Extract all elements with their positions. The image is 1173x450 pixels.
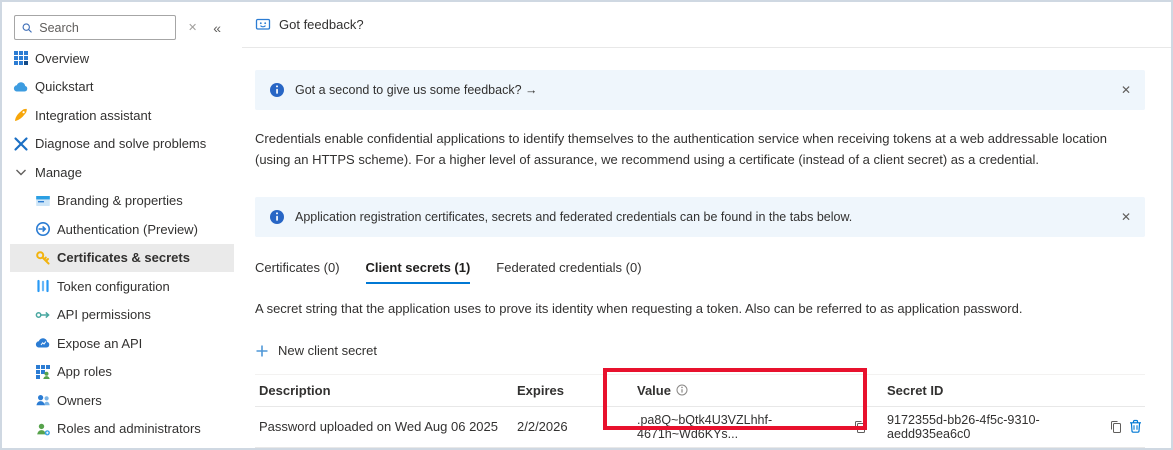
client-secret-description: A secret string that the application use…	[255, 301, 1145, 316]
sidebar-item-certificates-secrets[interactable]: Certificates & secrets	[10, 244, 234, 273]
close-icon[interactable]: ✕	[1121, 83, 1131, 97]
tabs-info-text: Application registration certificates, s…	[295, 210, 852, 224]
secret-row: Password uploaded on Wed Aug 06 2025 2/2…	[255, 407, 1145, 448]
cloud-icon	[35, 335, 51, 351]
sidebar-item-label: Overview	[35, 51, 89, 66]
search-icon	[21, 21, 33, 35]
secret-description-cell: Password uploaded on Wed Aug 06 2025	[255, 419, 513, 434]
secret-id-cell: 9172355d-bb26-4f5c-9310-aedd935ea6c0	[883, 413, 1145, 441]
api-arrow-icon	[35, 307, 51, 323]
secret-expires-cell: 2/2/2026	[513, 419, 633, 434]
close-icon[interactable]: ✕	[1121, 210, 1131, 224]
tab-bar: Certificates (0) Client secrets (1) Fede…	[255, 260, 1145, 284]
feedback-banner-link[interactable]: Got a second to give us some feedback? →	[295, 83, 538, 97]
sidebar-group-label: Manage	[35, 165, 82, 180]
toolbar: Got feedback?	[242, 2, 1171, 48]
tabs-info-banner: Application registration certificates, s…	[255, 197, 1145, 237]
sidebar-item-expose-api[interactable]: Expose an API	[10, 329, 234, 358]
rocket-icon	[13, 107, 29, 123]
header-value: Value	[633, 383, 883, 398]
sidebar-search-row: ✕ «	[14, 15, 242, 40]
plus-icon	[255, 344, 269, 358]
chevron-down-icon	[13, 164, 29, 180]
sidebar-item-roles-administrators[interactable]: Roles and administrators	[10, 415, 234, 444]
tab-client-secrets[interactable]: Client secrets (1)	[366, 260, 471, 284]
sidebar-item-label: Owners	[57, 393, 102, 408]
sidebar-item-owners[interactable]: Owners	[10, 386, 234, 415]
info-tooltip-icon[interactable]	[676, 384, 688, 396]
sidebar-item-api-permissions[interactable]: API permissions	[10, 301, 234, 330]
sidebar-item-label: Integration assistant	[35, 108, 151, 123]
sidebar-nav: Overview Quickstart Integration assistan…	[2, 44, 242, 443]
search-clear-icon[interactable]: ✕	[188, 21, 197, 34]
sidebar-item-label: Expose an API	[57, 336, 142, 351]
feedback-icon	[255, 17, 271, 33]
sidebar-item-label: Diagnose and solve problems	[35, 136, 206, 151]
app-registration-certificates-page: ✕ « Overview Quickstart Integration assi…	[0, 0, 1173, 450]
sidebar-item-overview[interactable]: Overview	[10, 44, 234, 73]
sidebar-item-label: Certificates & secrets	[57, 250, 190, 265]
main-content: Got feedback? Got a second to give us so…	[242, 2, 1171, 448]
header-secret-id: Secret ID	[883, 383, 1145, 398]
sidebar-item-label: Branding & properties	[57, 193, 183, 208]
tab-certificates[interactable]: Certificates (0)	[255, 260, 340, 284]
branding-icon	[35, 193, 51, 209]
new-client-secret-label: New client secret	[278, 343, 377, 358]
sidebar-item-app-roles[interactable]: App roles	[10, 358, 234, 387]
person-admin-icon	[35, 421, 51, 437]
table-header-row: Description Expires Value Secret ID	[255, 374, 1145, 407]
credentials-intro-text: Credentials enable confidential applicat…	[255, 129, 1145, 170]
header-expires: Expires	[513, 383, 633, 398]
sidebar-item-label: API permissions	[57, 307, 151, 322]
search-input[interactable]	[39, 21, 169, 35]
sidebar-item-diagnose[interactable]: Diagnose and solve problems	[10, 130, 234, 159]
new-client-secret-button[interactable]: New client secret	[255, 343, 377, 358]
people-icon	[35, 392, 51, 408]
sidebar-item-label: Roles and administrators	[57, 421, 201, 436]
sidebar-item-integration-assistant[interactable]: Integration assistant	[10, 101, 234, 130]
sidebar-item-authentication[interactable]: Authentication (Preview)	[10, 215, 234, 244]
sidebar: ✕ « Overview Quickstart Integration assi…	[2, 2, 242, 448]
secret-value-text: .pa8Q~bQtk4U3VZLhhf-4671h~Wd6KYs...	[637, 413, 848, 441]
search-box[interactable]	[14, 15, 176, 40]
tab-federated-credentials[interactable]: Federated credentials (0)	[496, 260, 641, 284]
sidebar-item-token-configuration[interactable]: Token configuration	[10, 272, 234, 301]
grid-person-icon	[35, 364, 51, 380]
sidebar-item-branding[interactable]: Branding & properties	[10, 187, 234, 216]
info-icon	[269, 82, 285, 98]
sign-in-arrow-icon	[35, 221, 51, 237]
header-description: Description	[255, 383, 513, 398]
client-secrets-table: Description Expires Value Secret ID Pass…	[255, 374, 1145, 448]
copy-value-icon[interactable]	[853, 420, 867, 434]
overview-grid-icon	[13, 50, 29, 66]
sidebar-item-label: Quickstart	[35, 79, 94, 94]
got-feedback-button[interactable]: Got feedback?	[279, 17, 364, 32]
sidebar-item-quickstart[interactable]: Quickstart	[10, 73, 234, 102]
info-icon	[269, 209, 285, 225]
sidebar-item-label: App roles	[57, 364, 112, 379]
secret-id-text: 9172355d-bb26-4f5c-9310-aedd935ea6c0	[887, 413, 1098, 441]
crossed-tools-icon	[13, 136, 29, 152]
delete-secret-icon[interactable]	[1128, 419, 1143, 434]
key-icon	[35, 250, 51, 266]
sidebar-collapse-icon[interactable]: «	[213, 20, 221, 36]
sidebar-item-label: Token configuration	[57, 279, 170, 294]
sliders-icon	[35, 278, 51, 294]
sidebar-group-manage[interactable]: Manage	[10, 158, 234, 187]
quickstart-cloud-icon	[13, 79, 29, 95]
copy-secret-id-icon[interactable]	[1109, 420, 1123, 434]
sidebar-item-label: Authentication (Preview)	[57, 222, 198, 237]
feedback-banner: Got a second to give us some feedback? →…	[255, 70, 1145, 110]
secret-value-cell: .pa8Q~bQtk4U3VZLhhf-4671h~Wd6KYs...	[633, 413, 883, 441]
